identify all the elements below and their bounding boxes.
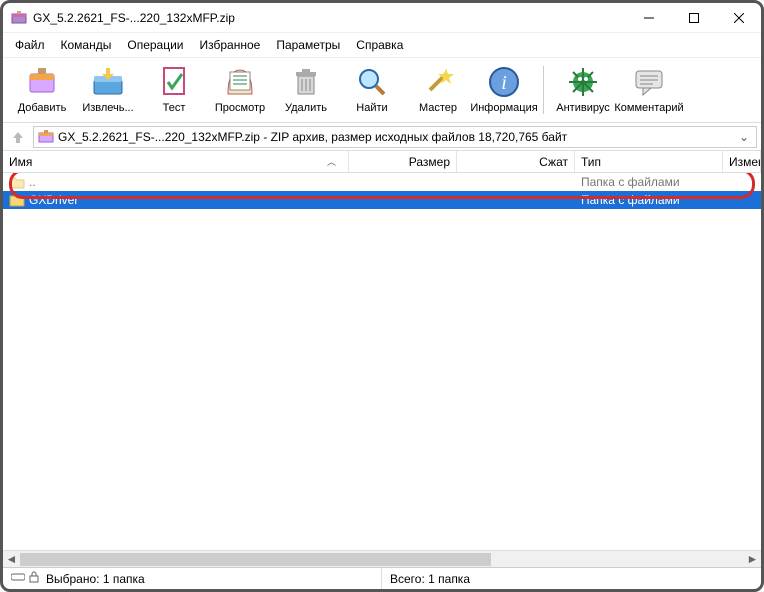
menu-options[interactable]: Параметры — [268, 35, 348, 55]
antivirus-button[interactable]: Антивирус — [550, 62, 616, 116]
find-icon — [354, 64, 390, 100]
scroll-thumb[interactable] — [20, 553, 491, 566]
wizard-icon — [420, 64, 456, 100]
minimize-button[interactable] — [626, 3, 671, 32]
horizontal-scrollbar[interactable]: ◄ ► — [3, 550, 761, 567]
parent-folder-row[interactable]: .. Папка с файлами — [3, 173, 761, 191]
view-button[interactable]: Просмотр — [207, 62, 273, 116]
column-headers: Имя ︿ Размер Сжат Тип Измен — [3, 151, 761, 173]
folder-up-icon — [9, 174, 25, 190]
up-button[interactable] — [7, 126, 29, 148]
titlebar: GX_5.2.2621_FS-...220_132xMFP.zip — [3, 3, 761, 33]
toolbar-separator — [543, 66, 544, 114]
delete-icon — [288, 64, 324, 100]
sort-indicator-icon: ︿ — [327, 155, 336, 168]
winrar-icon — [11, 10, 27, 26]
info-icon: i — [486, 64, 522, 100]
archive-icon — [38, 129, 54, 145]
col-modified[interactable]: Измен — [723, 151, 761, 172]
address-bar[interactable]: GX_5.2.2621_FS-...220_132xMFP.zip - ZIP … — [33, 126, 757, 148]
col-name[interactable]: Имя ︿ — [3, 151, 349, 172]
lock-icon — [28, 571, 40, 586]
toolbar: Добавить Извлечь... Тест Просмотр Удалит… — [3, 57, 761, 123]
menubar: Файл Команды Операции Избранное Параметр… — [3, 33, 761, 57]
svg-text:i: i — [501, 72, 507, 94]
menu-commands[interactable]: Команды — [53, 35, 120, 55]
scroll-right-icon[interactable]: ► — [744, 551, 761, 568]
delete-button[interactable]: Удалить — [273, 62, 339, 116]
col-size[interactable]: Размер — [349, 151, 457, 172]
antivirus-icon — [565, 64, 601, 100]
view-icon — [222, 64, 258, 100]
menu-favorites[interactable]: Избранное — [192, 35, 269, 55]
comment-button[interactable]: Комментарий — [616, 62, 682, 116]
add-icon — [24, 64, 60, 100]
comment-icon — [631, 64, 667, 100]
status-right: Всего: 1 папка — [382, 568, 478, 589]
address-dropdown-icon[interactable]: ⌄ — [736, 130, 752, 144]
disk-icon — [11, 571, 25, 586]
test-button[interactable]: Тест — [141, 62, 207, 116]
window-title: GX_5.2.2621_FS-...220_132xMFP.zip — [33, 11, 626, 25]
maximize-button[interactable] — [671, 3, 716, 32]
menu-help[interactable]: Справка — [348, 35, 411, 55]
col-type[interactable]: Тип — [575, 151, 723, 172]
status-left: Выбрано: 1 папка — [3, 568, 382, 589]
address-text: GX_5.2.2621_FS-...220_132xMFP.zip - ZIP … — [58, 130, 736, 144]
close-button[interactable] — [716, 3, 761, 32]
menu-file[interactable]: Файл — [7, 35, 53, 55]
folder-row-selected[interactable]: GXDriver Папка с файлами — [3, 191, 761, 209]
extract-button[interactable]: Извлечь... — [75, 62, 141, 116]
statusbar: Выбрано: 1 папка Всего: 1 папка — [3, 567, 761, 589]
scroll-left-icon[interactable]: ◄ — [3, 551, 20, 568]
test-icon — [156, 64, 192, 100]
find-button[interactable]: Найти — [339, 62, 405, 116]
wizard-button[interactable]: Мастер — [405, 62, 471, 116]
add-button[interactable]: Добавить — [9, 62, 75, 116]
col-packed[interactable]: Сжат — [457, 151, 575, 172]
file-list[interactable]: .. Папка с файлами GXDriver Папка с файл… — [3, 173, 761, 550]
scroll-track[interactable] — [20, 551, 744, 568]
folder-icon — [9, 192, 25, 208]
address-row: GX_5.2.2621_FS-...220_132xMFP.zip - ZIP … — [3, 123, 761, 151]
menu-operations[interactable]: Операции — [119, 35, 191, 55]
info-button[interactable]: i Информация — [471, 62, 537, 116]
extract-icon — [90, 64, 126, 100]
